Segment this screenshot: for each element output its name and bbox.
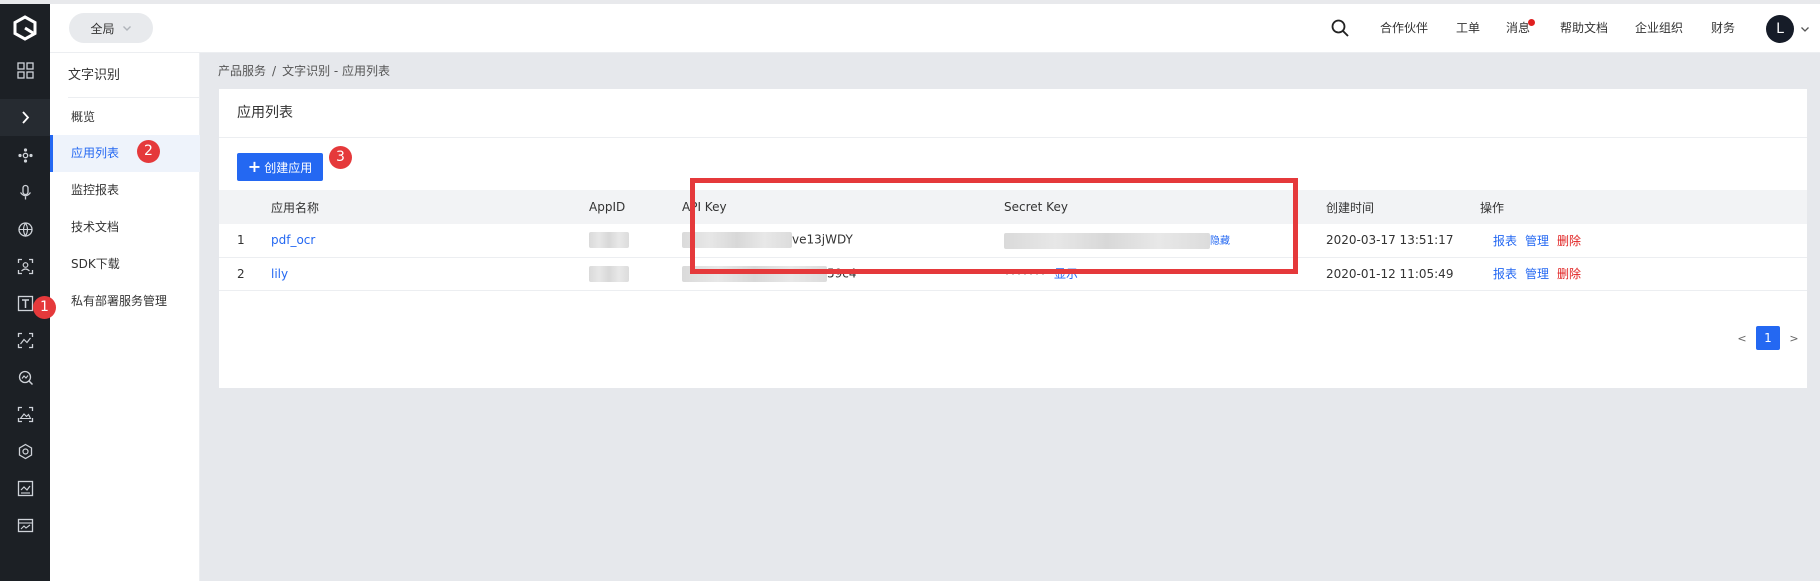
landscape-icon[interactable] (0, 396, 50, 433)
top-header: 全局 合作伙伴 工单 消息 帮助文档 企业组织 财务 L (50, 4, 1820, 53)
manage-link[interactable]: 管理 (1525, 234, 1549, 248)
sidebar-item-app-list[interactable]: 应用列表 (50, 135, 200, 172)
globe-icon[interactable] (0, 211, 50, 248)
microphone-icon[interactable] (0, 174, 50, 211)
sidebar-item-sdk-download[interactable]: SDK下载 (50, 246, 200, 283)
breadcrumb: 产品服务 / 文字识别 - 应用列表 (218, 62, 390, 79)
grid-icon[interactable] (0, 52, 50, 89)
nav-messages[interactable]: 消息 (1506, 4, 1536, 53)
breadcrumb-current: 文字识别 - 应用列表 (282, 64, 391, 78)
region-selector[interactable]: 全局 (69, 13, 153, 43)
created-time: 2020-03-17 13:51:17 (1326, 233, 1454, 248)
plus-icon: + (247, 157, 262, 176)
product-icon-rail (0, 4, 50, 581)
annotation-badge-2: 2 (137, 140, 160, 163)
create-app-button[interactable]: + 创建应用 (237, 153, 323, 181)
main-content: 产品服务 / 文字识别 - 应用列表 应用列表 + 创建应用 应用名称 AppID … (200, 53, 1820, 581)
create-app-label: 创建应用 (264, 160, 313, 175)
col-index (219, 190, 271, 224)
breadcrumb-parent[interactable]: 产品服务 (218, 64, 266, 78)
created-time: 2020-01-12 11:05:49 (1326, 266, 1454, 281)
highlight-box (690, 178, 1298, 274)
nav-partners[interactable]: 合作伙伴 (1380, 4, 1428, 53)
image-search-icon[interactable] (0, 359, 50, 396)
face-scan-icon[interactable] (0, 248, 50, 285)
page-prev-button[interactable]: < (1732, 332, 1752, 345)
sidebar-item-tech-docs[interactable]: 技术文档 (50, 209, 200, 246)
region-label: 全局 (90, 21, 115, 36)
nav-tickets[interactable]: 工单 (1456, 4, 1480, 53)
page-next-button[interactable]: > (1784, 332, 1804, 345)
page-number-button[interactable]: 1 (1756, 326, 1780, 350)
sidebar-item-overview[interactable]: 概览 (50, 99, 200, 136)
report-link[interactable]: 报表 (1493, 267, 1517, 281)
nav-finance[interactable]: 财务 (1711, 4, 1735, 53)
nav-help-docs[interactable]: 帮助文档 (1560, 4, 1608, 53)
product-sidebar: 文字识别 概览 应用列表 监控报表 技术文档 SDK下载 私有部署服务管理 (50, 53, 200, 581)
col-appid: AppID (589, 200, 626, 214)
annotation-badge-1: 1 (33, 296, 56, 319)
hexagon-icon[interactable] (0, 433, 50, 470)
nodes-icon[interactable] (0, 137, 50, 174)
breadcrumb-separator: / (272, 64, 277, 78)
col-created-time: 创建时间 (1326, 200, 1375, 215)
pagination: < 1 > (1732, 326, 1804, 350)
nav-organization[interactable]: 企业组织 (1635, 4, 1683, 53)
delete-link[interactable]: 删除 (1557, 234, 1581, 248)
row-index: 2 (237, 266, 245, 281)
delete-link[interactable]: 删除 (1557, 267, 1581, 281)
col-app-name: 应用名称 (271, 200, 320, 215)
annotation-badge-3: 3 (329, 146, 352, 169)
image-audit-icon[interactable] (0, 470, 50, 507)
search-icon[interactable] (1330, 18, 1350, 38)
appid-redacted (589, 232, 629, 249)
page-title: 应用列表 (237, 105, 293, 121)
sidebar-item-private-deploy[interactable]: 私有部署服务管理 (50, 283, 200, 320)
expand-icon[interactable] (0, 99, 50, 136)
avatar[interactable]: L (1766, 15, 1794, 43)
appid-redacted (589, 265, 629, 282)
manage-link[interactable]: 管理 (1525, 267, 1549, 281)
row-index: 1 (237, 233, 245, 248)
image-recognition-icon[interactable] (0, 322, 50, 359)
chevron-down-icon (122, 26, 131, 31)
app-name-link[interactable]: lily (271, 267, 288, 281)
nav-messages-label: 消息 (1506, 21, 1531, 35)
sidebar-title: 文字识别 (68, 53, 200, 98)
logo-icon[interactable] (0, 4, 50, 52)
image-process-icon[interactable] (0, 507, 50, 544)
notification-dot (1528, 19, 1536, 26)
chevron-down-icon[interactable] (1800, 24, 1810, 34)
report-link[interactable]: 报表 (1493, 234, 1517, 248)
app-name-link[interactable]: pdf_ocr (271, 233, 315, 247)
sidebar-item-monitoring[interactable]: 监控报表 (50, 172, 200, 209)
card-divider (219, 137, 1807, 138)
col-operations: 操作 (1480, 200, 1505, 215)
